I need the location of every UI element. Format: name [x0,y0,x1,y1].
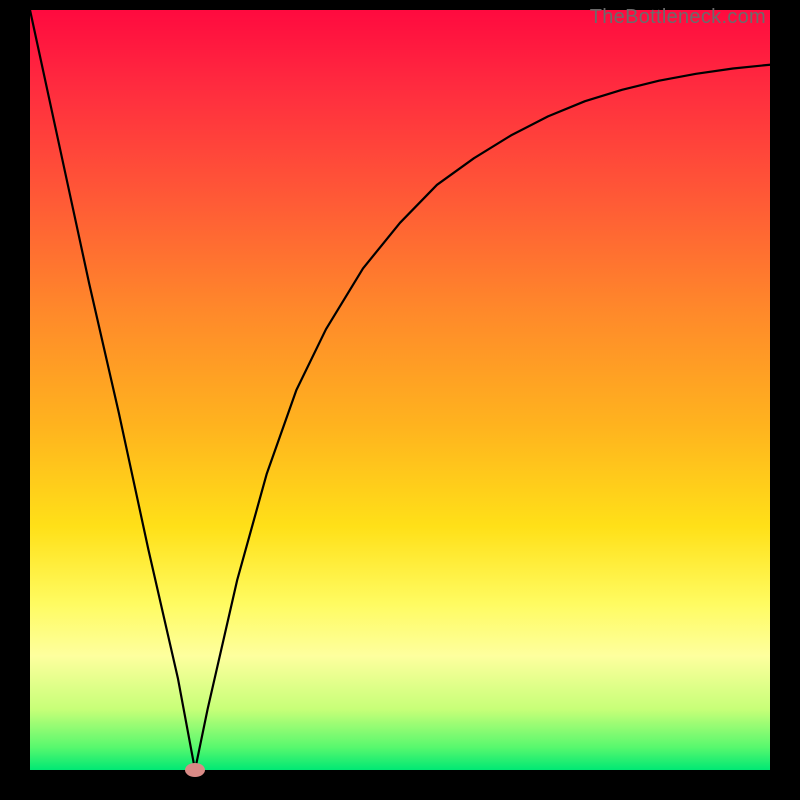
plot-area [30,10,770,770]
minimum-marker [185,763,205,777]
bottleneck-curve [30,10,770,770]
chart-frame: TheBottleneck.com [0,0,800,800]
watermark-text: TheBottleneck.com [590,6,766,29]
